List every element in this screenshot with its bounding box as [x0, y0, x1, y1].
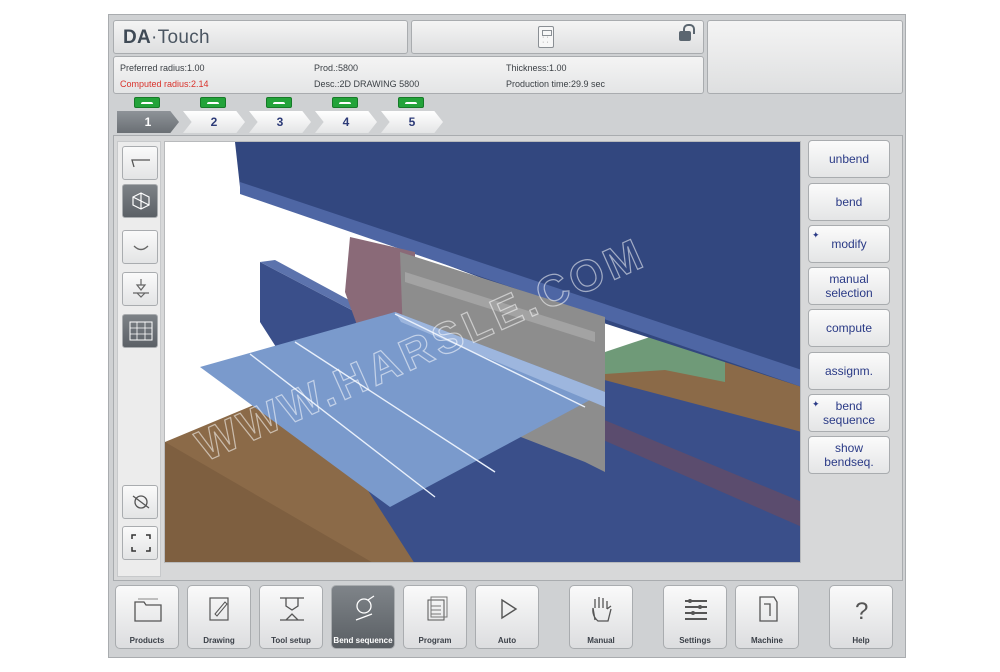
unbend-button[interactable]: unbend — [808, 140, 890, 178]
bend-label: bend — [835, 195, 863, 209]
show-bendseq-label: show bendseq. — [824, 441, 874, 469]
robot-bend-icon — [355, 595, 375, 621]
nav-tool-setup-button[interactable]: Tool setup — [259, 585, 323, 649]
tab-bend-4[interactable]: 4 — [315, 111, 377, 133]
manual-selection-button[interactable]: manual selection — [808, 267, 890, 305]
nav-auto-label: Auto — [497, 636, 517, 645]
nav-program-label: Program — [418, 636, 452, 645]
nav-machine-label: Machine — [750, 636, 783, 645]
nav-drawing-label: Drawing — [203, 636, 235, 645]
grid-view-button[interactable] — [122, 314, 158, 348]
da-touch-window: DA·Touch Preferred radius:1.00 Computed … — [108, 14, 906, 658]
question-icon: ? — [855, 598, 868, 624]
calculator-icon[interactable] — [538, 26, 554, 48]
tool-view-button[interactable] — [122, 272, 158, 306]
modify-button[interactable]: ✦ modify — [808, 225, 890, 263]
nav-settings-label: Settings — [679, 636, 711, 645]
compute-label: compute — [825, 321, 873, 335]
tab-bend-1[interactable]: 1 — [117, 111, 179, 133]
manual-selection-label: manual selection — [825, 272, 873, 300]
modify-label: modify — [831, 237, 867, 251]
tab-bend-2[interactable]: 2 — [183, 111, 245, 133]
nav-help-button[interactable]: ? Help — [829, 585, 893, 649]
submenu-star-icon: ✦ — [812, 399, 820, 409]
bend-curve-icon — [133, 245, 149, 251]
app-logo: DA·Touch — [113, 20, 408, 54]
header-center-panel — [411, 20, 704, 54]
rotate-view-button[interactable] — [122, 485, 158, 519]
logo-product: ·Touch — [151, 27, 210, 48]
logo-brand: DA — [123, 27, 152, 48]
product-info-panel: Preferred radius:1.00 Computed radius:2.… — [113, 56, 704, 94]
profile-view-button[interactable] — [122, 146, 158, 180]
bend-status-indicator — [200, 97, 226, 108]
press-tool-icon — [280, 597, 304, 621]
tab-bend-5[interactable]: 5 — [381, 111, 443, 133]
nav-auto-button[interactable]: Auto — [475, 585, 539, 649]
view-toolbar — [117, 141, 161, 577]
fit-to-screen-button[interactable] — [122, 526, 158, 560]
bend-view-button[interactable] — [122, 230, 158, 264]
bend-sequence-label: bend sequence — [822, 399, 876, 427]
settings-list-icon — [685, 599, 707, 620]
grid-pattern-icon — [129, 321, 153, 341]
nav-bend-sequence-label: Bend sequence — [333, 636, 393, 645]
bend-sequence-button[interactable]: ✦ bend sequence — [808, 394, 890, 432]
3d-view-button[interactable] — [122, 184, 158, 218]
compute-button[interactable]: compute — [808, 309, 890, 347]
folder-icon — [134, 598, 162, 622]
pencil-icon — [209, 597, 229, 621]
product-description: Desc.:2D DRAWING 5800 — [314, 79, 420, 89]
profile-outline-icon — [131, 159, 150, 168]
submenu-star-icon: ✦ — [812, 230, 820, 240]
machine-icon — [759, 596, 778, 622]
nav-settings-button[interactable]: Settings — [663, 585, 727, 649]
header-right-panel — [707, 20, 903, 94]
bend-status-indicator — [398, 97, 424, 108]
press-brake-3d-scene: WWW.HARSLE.COM — [165, 142, 800, 562]
unbend-label: unbend — [828, 152, 870, 166]
nav-drawing-button[interactable]: Drawing — [187, 585, 251, 649]
assignment-label: assignm. — [824, 364, 874, 378]
play-icon — [501, 598, 518, 620]
document-stack-icon — [427, 596, 448, 621]
nav-products-button[interactable]: Products — [115, 585, 179, 649]
nav-products-label: Products — [129, 636, 165, 645]
punch-die-icon — [133, 279, 149, 298]
unlocked-padlock-icon[interactable] — [679, 24, 695, 41]
nav-manual-label: Manual — [587, 636, 615, 645]
3d-part-icon — [132, 192, 150, 210]
main-panel: WWW.HARSLE.COM unbend bend ✦ modify manua… — [113, 135, 903, 581]
nav-tool-setup-label: Tool setup — [271, 636, 311, 645]
bend-status-indicator — [332, 97, 358, 108]
nav-bend-sequence-button[interactable]: Bend sequence — [331, 585, 395, 649]
assignment-button[interactable]: assignm. — [808, 352, 890, 390]
computed-radius: Computed radius:2.14 — [120, 79, 209, 89]
bend-step-tabs: 1 2 3 4 5 — [113, 97, 453, 133]
preferred-radius: Preferred radius:1.00 — [120, 63, 205, 73]
tab-bend-3[interactable]: 3 — [249, 111, 311, 133]
nav-machine-button[interactable]: Machine — [735, 585, 799, 649]
nav-program-button[interactable]: Program — [403, 585, 467, 649]
hand-icon — [592, 597, 612, 622]
svg-text:?: ? — [855, 598, 868, 624]
thickness: Thickness:1.00 — [506, 63, 567, 73]
bend-status-indicator — [266, 97, 292, 108]
nav-help-label: Help — [852, 636, 870, 645]
bend-status-indicator — [134, 97, 160, 108]
rotate-3d-icon — [132, 495, 150, 509]
product-number: Prod.:5800 — [314, 63, 359, 73]
3d-bend-viewport[interactable]: WWW.HARSLE.COM — [164, 141, 801, 563]
production-time: Production time:29.9 sec — [506, 79, 606, 89]
nav-manual-button[interactable]: Manual — [569, 585, 633, 649]
bend-button[interactable]: bend — [808, 183, 890, 221]
bottom-navigation: Products Drawing Tool setup Bend sequenc… — [113, 583, 903, 655]
show-bendseq-button[interactable]: show bendseq. — [808, 436, 890, 474]
fullscreen-icon — [131, 534, 151, 552]
